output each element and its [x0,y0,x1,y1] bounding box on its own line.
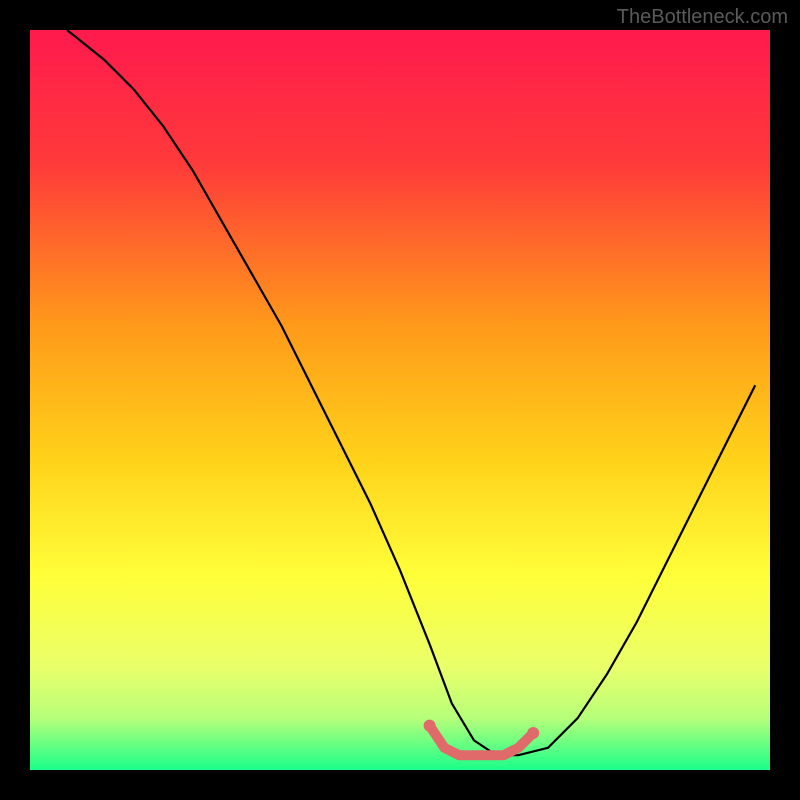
plot-area [30,30,770,770]
highlight-endpoint [424,720,436,732]
highlight-endpoint [527,727,539,739]
bottleneck-chart [0,0,800,800]
watermark-label: TheBottleneck.com [617,6,788,29]
chart-container: TheBottleneck.com [0,0,800,800]
